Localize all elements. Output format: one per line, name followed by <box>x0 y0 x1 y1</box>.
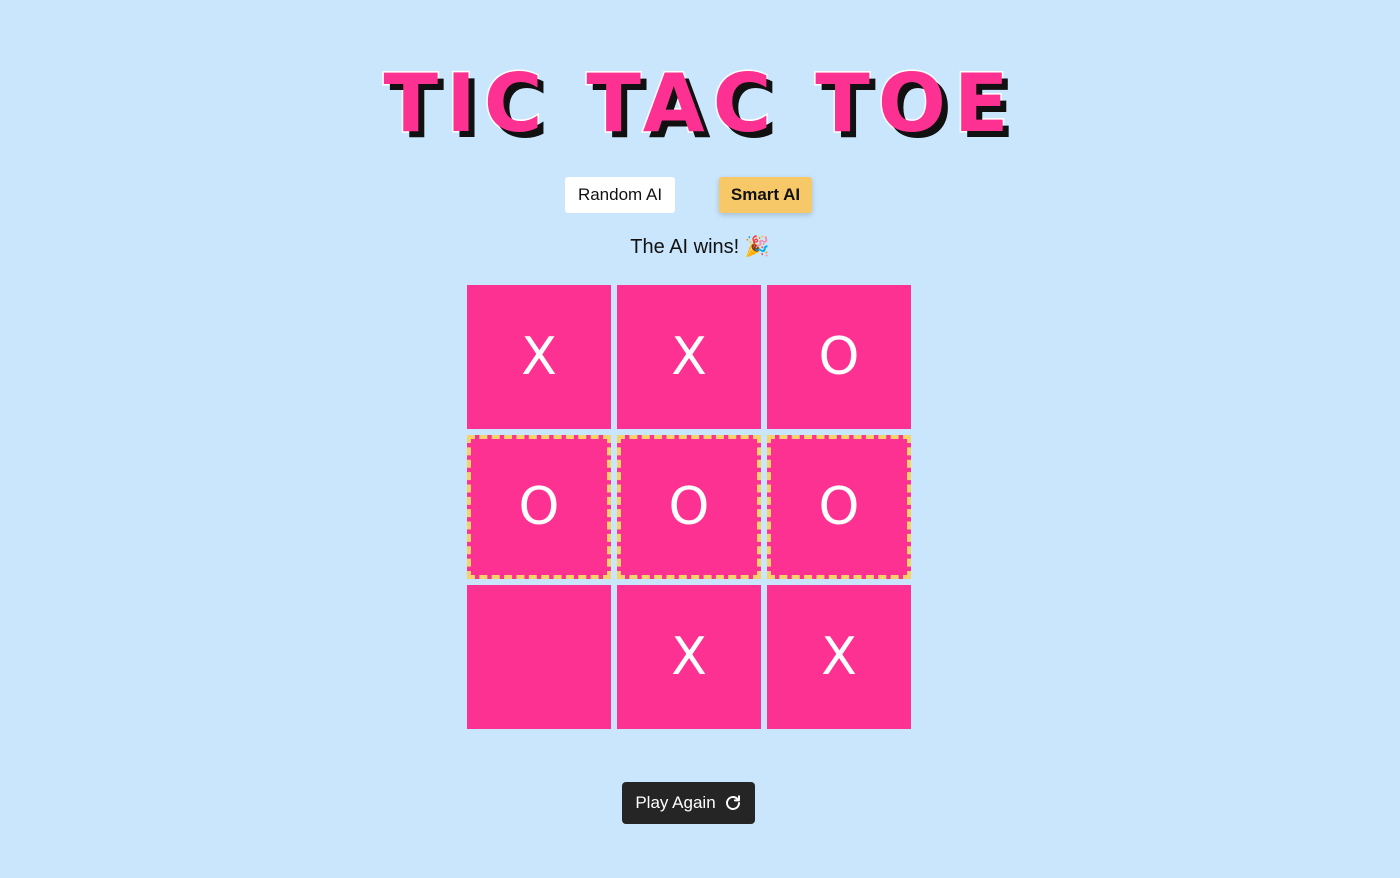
board-cell-6[interactable]: O <box>767 435 911 579</box>
game-title: TIC TAC TOE <box>382 56 1017 151</box>
board-cell-5[interactable]: O <box>617 435 761 579</box>
random-ai-button[interactable]: Random AI <box>565 177 675 213</box>
game-status: The AI wins! 🎉 <box>630 236 770 258</box>
board-cell-3[interactable]: O <box>767 285 911 429</box>
board-cell-9[interactable]: X <box>767 585 911 729</box>
game-board: X X O O O O X X <box>467 285 911 729</box>
board-cell-7[interactable] <box>467 585 611 729</box>
play-again-button[interactable]: Play Again <box>622 782 755 824</box>
ai-mode-selector: Random AI Smart AI <box>0 177 1400 213</box>
refresh-icon <box>724 794 742 812</box>
board-cell-4[interactable]: O <box>467 435 611 579</box>
board-cell-8[interactable]: X <box>617 585 761 729</box>
board-cell-1[interactable]: X <box>467 285 611 429</box>
play-again-label: Play Again <box>635 793 716 812</box>
board-cell-2[interactable]: X <box>617 285 761 429</box>
smart-ai-button[interactable]: Smart AI <box>719 177 812 213</box>
